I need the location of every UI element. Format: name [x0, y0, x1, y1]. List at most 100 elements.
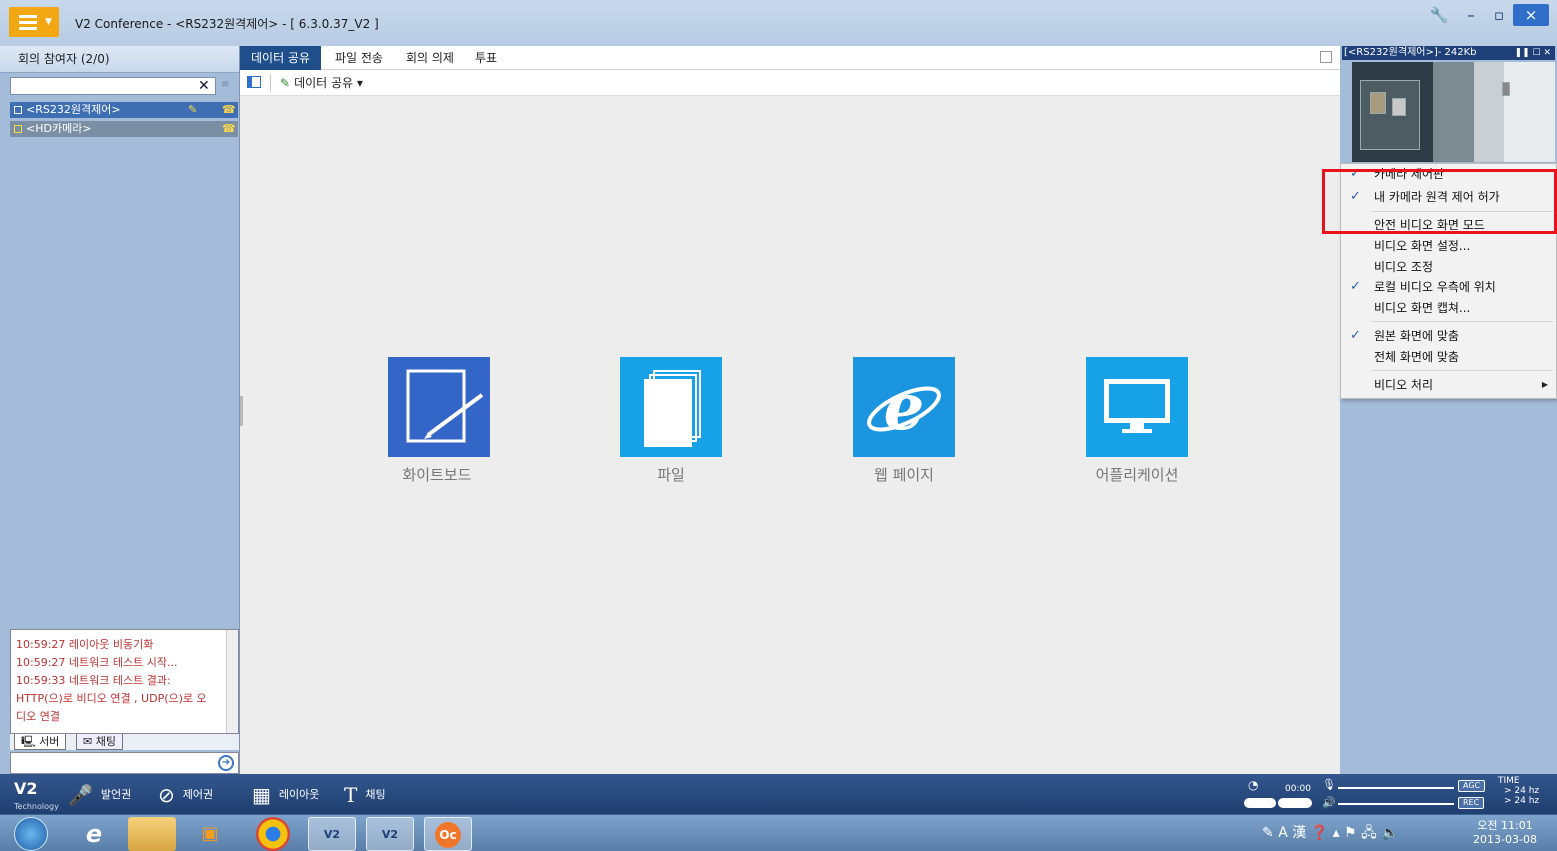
menu-item-video-processing[interactable]: 비디오 처리 ▶ [1341, 375, 1556, 395]
chevron-down-icon: ▼ [45, 17, 52, 27]
clear-search-icon[interactable]: ✕ [198, 77, 214, 95]
control-label: 제어권 [182, 788, 214, 801]
show-hidden-icons[interactable]: ▴ [1333, 825, 1340, 841]
tab-chat[interactable]: ✉ 채팅 [76, 734, 123, 750]
layout-label: 레이아웃 [278, 788, 320, 801]
timer-display: 00:00 [1285, 784, 1311, 794]
application-button[interactable] [1086, 357, 1188, 457]
phone-icon[interactable]: ☎ [222, 121, 236, 137]
panel-toggle-icon[interactable] [247, 76, 261, 88]
main-tabbar: 데이터 공유 파일 전송 회의 의제 투표 [240, 46, 1340, 70]
phone-icon[interactable]: ☎ [222, 102, 236, 118]
minimize-button[interactable]: – [1459, 4, 1483, 26]
menu-item-video-settings[interactable]: 비디오 화면 설정... [1341, 236, 1556, 256]
chat-input[interactable] [10, 752, 239, 774]
control-button[interactable]: ⊘ 제어권 [158, 774, 213, 814]
ime-indicator[interactable]: A 漢 [1278, 825, 1306, 841]
clock-icon: ◔ [1248, 778, 1259, 792]
menu-separator [1371, 321, 1553, 322]
flag-icon[interactable]: ⚑ [1344, 825, 1357, 841]
participant-item[interactable]: <RS232원격제어> ✎ ☎ [10, 102, 238, 118]
highlight-annotation [1322, 169, 1557, 234]
tab-server-label: 서버 [39, 735, 60, 748]
menu-item-video-adjust[interactable]: 비디오 조정 [1341, 257, 1556, 277]
menu-item-fit-full[interactable]: 전체 화면에 맞춤 [1341, 347, 1556, 367]
rec-button[interactable]: REC [1458, 797, 1485, 809]
window-title: V2 Conference - <RS232원격제어> - [ 6.3.0.37… [75, 17, 379, 31]
splitter-handle[interactable] [240, 396, 243, 426]
ie-taskbar-icon[interactable]: e [70, 817, 118, 851]
tab-file-transfer[interactable]: 파일 전송 [324, 46, 394, 70]
chat-button[interactable]: T 채팅 [344, 774, 386, 814]
system-clock[interactable]: 오전 11:01 2013-03-08 [1470, 819, 1540, 847]
oc-taskbar-icon[interactable]: Oc [424, 817, 472, 851]
pause-icon[interactable]: ❚❚ [1515, 48, 1530, 58]
file-button[interactable] [620, 357, 722, 457]
record-toggle[interactable] [1244, 798, 1276, 808]
v2-logo: V2 Technology [14, 779, 62, 811]
participants-panel: 회의 참여자 (2/0) ✕ ≡ <RS232원격제어> ✎ ☎ <HD카메라>… [0, 46, 240, 774]
restore-button[interactable]: ▫ [1487, 4, 1511, 26]
submenu-arrow-icon: ▶ [1541, 380, 1548, 389]
computer-icon: 🖳 [21, 735, 40, 748]
language-bar-icon[interactable]: ✎ [1262, 825, 1274, 841]
close-video-icon[interactable]: ✕ [1543, 48, 1551, 58]
tab-agenda[interactable]: 회의 의제 [395, 46, 465, 70]
mic-volume-slider[interactable] [1338, 787, 1454, 789]
menu-item-local-video-right[interactable]: ✓ 로컬 비디오 우측에 위치 [1341, 277, 1556, 297]
data-share-dropdown[interactable]: ✎ 데이터 공유 ▾ [280, 70, 363, 96]
video-controls: ❚❚ ☐ ✕ [1515, 46, 1551, 60]
remote-video-feed[interactable] [1352, 62, 1555, 162]
text-t-icon: T [344, 783, 358, 807]
volume-icon[interactable]: 🔈 [1381, 825, 1398, 841]
menu-item-video-capture[interactable]: 비디오 화면 캡쳐... [1341, 298, 1556, 318]
whiteboard-button[interactable] [388, 357, 490, 457]
settings-wrench-icon[interactable]: 🔧 [1427, 4, 1451, 26]
main-menu-button[interactable]: ▼ [9, 7, 59, 37]
v2-taskbar-icon[interactable]: V2 [308, 817, 356, 851]
pause-toggle[interactable] [1278, 798, 1312, 808]
floor-label: 발언권 [100, 788, 132, 801]
log-line: 10:59:33 네트워크 테스트 결과: [16, 674, 171, 687]
floor-button[interactable]: 🎤 발언권 [68, 774, 131, 814]
log-scrollbar[interactable] [226, 630, 238, 733]
agc-button[interactable]: AGC [1458, 780, 1486, 792]
data-sharing-area: 데이터 공유 파일 전송 회의 의제 투표 ✎ 데이터 공유 ▾ 화이트보드 파일… [240, 46, 1340, 774]
filter-icon[interactable]: ≡ [221, 79, 229, 90]
hamburger-line [19, 27, 37, 30]
layout-icon: ▦ [252, 783, 271, 807]
menu-item-fit-original[interactable]: ✓ 원본 화면에 맞춤 [1341, 326, 1556, 346]
start-button[interactable] [14, 817, 48, 851]
log-tabs: 🖳 서버 ✉ 채팅 [10, 734, 239, 750]
tab-data-sharing[interactable]: 데이터 공유 [240, 46, 322, 70]
remote-control-icon: ⊘ [158, 783, 175, 807]
expand-icon[interactable] [1320, 51, 1332, 63]
participant-search-input[interactable] [10, 77, 216, 95]
hamburger-line [19, 21, 37, 24]
tab-server[interactable]: 🖳 서버 [14, 734, 67, 750]
web-page-button[interactable]: e [853, 357, 955, 457]
help-icon[interactable]: ❓ [1311, 825, 1328, 841]
send-icon[interactable]: ➜ [218, 755, 234, 771]
v2-taskbar-icon[interactable]: V2 [366, 817, 414, 851]
maximize-icon[interactable]: ☐ [1533, 48, 1541, 58]
folder-taskbar-icon[interactable] [128, 817, 176, 851]
chrome-taskbar-icon[interactable] [256, 817, 290, 851]
tab-chat-label: 채팅 [95, 735, 116, 748]
video-scene-item [1392, 98, 1406, 116]
tab-vote[interactable]: 투표 [464, 46, 508, 70]
speaker-icon: 🔊 [1322, 796, 1336, 809]
speaker-volume-slider[interactable] [1338, 803, 1454, 805]
share-toolbar: ✎ 데이터 공유 ▾ [240, 70, 1340, 96]
participant-item[interactable]: <HD카메라> ☎ [10, 121, 238, 137]
network-icon[interactable]: 🖧 [1361, 825, 1377, 841]
media-player-icon[interactable]: ▣ [186, 817, 234, 851]
log-line: 디오 연결 [16, 710, 60, 723]
edit-icon[interactable]: ✎ [188, 102, 197, 118]
web-page-label: 웹 페이지 [874, 466, 934, 484]
event-log: 10:59:27 레이아웃 비동기화 10:59:27 네트워크 테스트 시작.… [10, 629, 239, 734]
menu-item-label: 원본 화면에 맞춤 [1374, 329, 1459, 343]
close-button[interactable]: × [1513, 4, 1549, 26]
layout-button[interactable]: ▦ 레이아웃 [252, 774, 319, 814]
windows-taskbar: e ▣ V2 V2 Oc ✎ A 漢 ❓ ▴ ⚑ 🖧 🔈 오전 11:01 20… [0, 814, 1557, 851]
